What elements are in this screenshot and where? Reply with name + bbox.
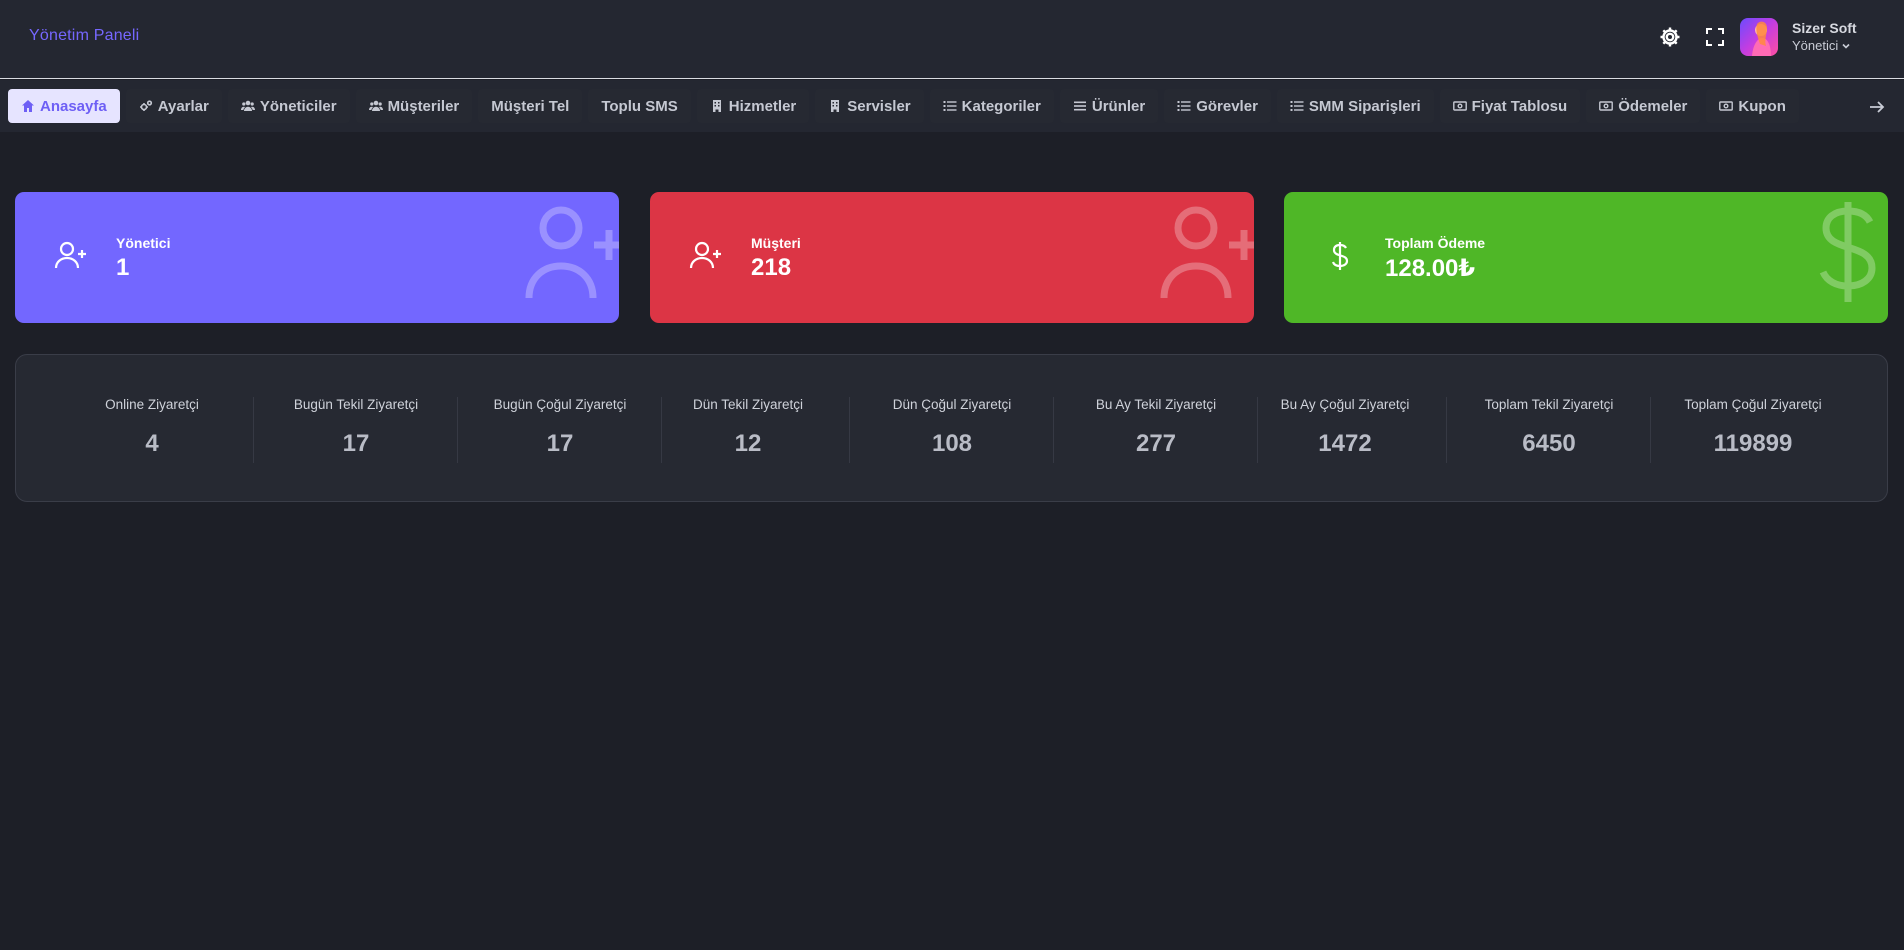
building-icon (710, 99, 724, 113)
customer-card-value: 218 (751, 254, 792, 281)
visitor-stat-value: 119899 (1713, 430, 1793, 457)
list-icon (1177, 99, 1191, 113)
nav-item-label: Servisler (847, 97, 911, 115)
visitor-stat-value: 277 (1135, 430, 1177, 457)
bars-icon (1073, 99, 1087, 113)
visitor-stat-label: Dün Tekil Ziyaretçi (692, 397, 804, 412)
nav-item-fiyat-tablosu[interactable]: Fiyat Tablosu (1439, 89, 1581, 123)
visitor-stat-label: Toplam Tekil Ziyaretçi (1484, 397, 1614, 412)
visitor-stat-online: Online Ziyaretçi 4 (50, 397, 254, 463)
nav-item-label: Yöneticiler (259, 97, 337, 115)
total-payment-card[interactable]: Toplam Ödeme 128.00₺ (1284, 192, 1888, 323)
nav-item-anasayfa[interactable]: Anasayfa (8, 89, 120, 123)
nav-item-kategoriler[interactable]: Kategoriler (929, 89, 1054, 123)
nav-item-smm-siparişleri[interactable]: SMM Siparişleri (1276, 89, 1434, 123)
building-icon (828, 99, 842, 113)
visitor-stat-value: 17 (342, 430, 370, 457)
dollar-background-icon (1819, 202, 1876, 302)
list-icon (943, 99, 957, 113)
main-navbar: Anasayfa Ayarlar Yöneticiler Müşteriler Müşt… (0, 80, 1904, 132)
nav-item-label: SMM Siparişleri (1308, 97, 1421, 115)
nav-item-yöneticiler[interactable]: Yöneticiler (227, 89, 350, 123)
nav-item-label: Görevler (1196, 97, 1258, 115)
chevron-down-icon (1842, 43, 1850, 49)
nav-item-label: Kategoriler (961, 97, 1041, 115)
nav-item-label: Toplu SMS (601, 97, 678, 115)
visitor-stat-label: Bu Ay Tekil Ziyaretçi (1095, 397, 1217, 412)
customer-count-card[interactable]: Müşteri 218 (650, 192, 1254, 323)
nav-item-label: Ödemeler (1618, 97, 1688, 115)
admin-card-value: 1 (116, 254, 130, 281)
nav-item-label: Ürünler (1091, 97, 1146, 115)
nav-item-label: Fiyat Tablosu (1471, 97, 1568, 115)
nav-item-servisler[interactable]: Servisler (815, 89, 924, 123)
nav-items: Anasayfa Ayarlar Yöneticiler Müşteriler Müşt… (8, 88, 1850, 124)
visitor-stat-label: Bu Ay Çoğul Ziyaretçi (1280, 397, 1410, 412)
nav-scroll-right-arrow-icon[interactable] (1864, 94, 1890, 120)
visitor-stat-total-unique: Toplam Tekil Ziyaretçi 6450 (1447, 397, 1651, 463)
user-role-label: Yönetici (1792, 38, 1839, 53)
money-icon (1599, 99, 1614, 113)
home-icon (21, 99, 35, 113)
nav-item-ödemeler[interactable]: Ödemeler (1586, 89, 1701, 123)
visitor-stat-month-unique: Bu Ay Tekil Ziyaretçi 277 (1054, 397, 1258, 463)
visitor-stat-label: Online Ziyaretçi (105, 397, 199, 412)
nav-item-label: Anasayfa (40, 97, 107, 115)
settings-gear-icon[interactable] (1655, 22, 1685, 52)
user-role-dropdown[interactable]: Yönetici (1792, 38, 1851, 53)
nav-item-görevler[interactable]: Görevler (1164, 89, 1271, 123)
user-plus-background-icon (525, 206, 619, 299)
visitor-stat-month-total: Bu Ay Çoğul Ziyaretçi 1472 (1243, 397, 1447, 463)
nav-item-label: Kupon (1738, 97, 1786, 115)
nav-item-label: Hizmetler (728, 97, 797, 115)
list-icon (1290, 99, 1304, 113)
customer-card-label: Müşteri (751, 235, 801, 251)
user-plus-icon (54, 241, 86, 269)
admin-card-label: Yönetici (116, 235, 171, 251)
nav-item-label: Müşteri Tel (491, 97, 570, 115)
nav-item-müşteriler[interactable]: Müşteriler (355, 89, 473, 123)
nav-item-label: Ayarlar (157, 97, 209, 115)
fullscreen-icon[interactable] (1700, 22, 1730, 52)
visitor-stat-label: Dün Çoğul Ziyaretçi (892, 397, 1012, 412)
user-plus-icon (689, 241, 721, 269)
admin-count-card[interactable]: Yönetici 1 (15, 192, 619, 323)
visitor-stat-total-all: Toplam Çoğul Ziyaretçi 119899 (1651, 397, 1855, 463)
visitor-stat-value: 17 (546, 430, 574, 457)
visitor-stats-panel: Online Ziyaretçi 4 Bugün Tekil Ziyaretçi… (15, 354, 1888, 502)
nav-item-ürünler[interactable]: Ürünler (1059, 89, 1159, 123)
cogs-icon (139, 99, 153, 113)
nav-item-ayarlar[interactable]: Ayarlar (125, 89, 222, 123)
visitor-stat-today-unique: Bugün Tekil Ziyaretçi 17 (254, 397, 458, 463)
nav-item-toplu-sms[interactable]: Toplu SMS (588, 89, 691, 123)
visitor-stat-yesterday-unique: Dün Tekil Ziyaretçi 12 (646, 397, 850, 463)
avatar[interactable] (1740, 18, 1778, 56)
visitor-stat-value: 4 (145, 430, 159, 457)
users-icon (240, 99, 255, 113)
dollar-icon (1331, 242, 1349, 270)
money-icon (1719, 99, 1734, 113)
payment-card-label: Toplam Ödeme (1385, 235, 1486, 251)
visitor-stat-value: 12 (734, 430, 762, 457)
money-icon (1452, 99, 1467, 113)
visitor-stat-label: Bugün Tekil Ziyaretçi (293, 397, 419, 412)
visitor-stat-label: Toplam Çoğul Ziyaretçi (1684, 397, 1822, 412)
visitor-stat-value: 1472 (1318, 430, 1372, 457)
visitor-stat-yesterday-total: Dün Çoğul Ziyaretçi 108 (850, 397, 1054, 463)
top-header: Yönetim Paneli Sizer Soft Yönetici (0, 0, 1904, 79)
nav-item-kupon[interactable]: Kupon (1706, 89, 1799, 123)
users-icon (368, 99, 383, 113)
nav-item-label: Müşteriler (387, 97, 460, 115)
visitor-stat-value: 108 (931, 430, 973, 457)
user-plus-background-icon (1160, 206, 1254, 299)
brand-title[interactable]: Yönetim Paneli (29, 27, 139, 45)
user-name[interactable]: Sizer Soft (1792, 20, 1857, 36)
visitor-stat-value: 6450 (1522, 430, 1576, 457)
payment-card-value: 128.00₺ (1385, 255, 1476, 282)
nav-item-müşteri-tel[interactable]: Müşteri Tel (478, 89, 583, 123)
visitor-stat-today-total: Bugün Çoğul Ziyaretçi 17 (458, 397, 662, 463)
visitor-stat-label: Bugün Çoğul Ziyaretçi (493, 397, 627, 412)
nav-item-hizmetler[interactable]: Hizmetler (696, 89, 810, 123)
